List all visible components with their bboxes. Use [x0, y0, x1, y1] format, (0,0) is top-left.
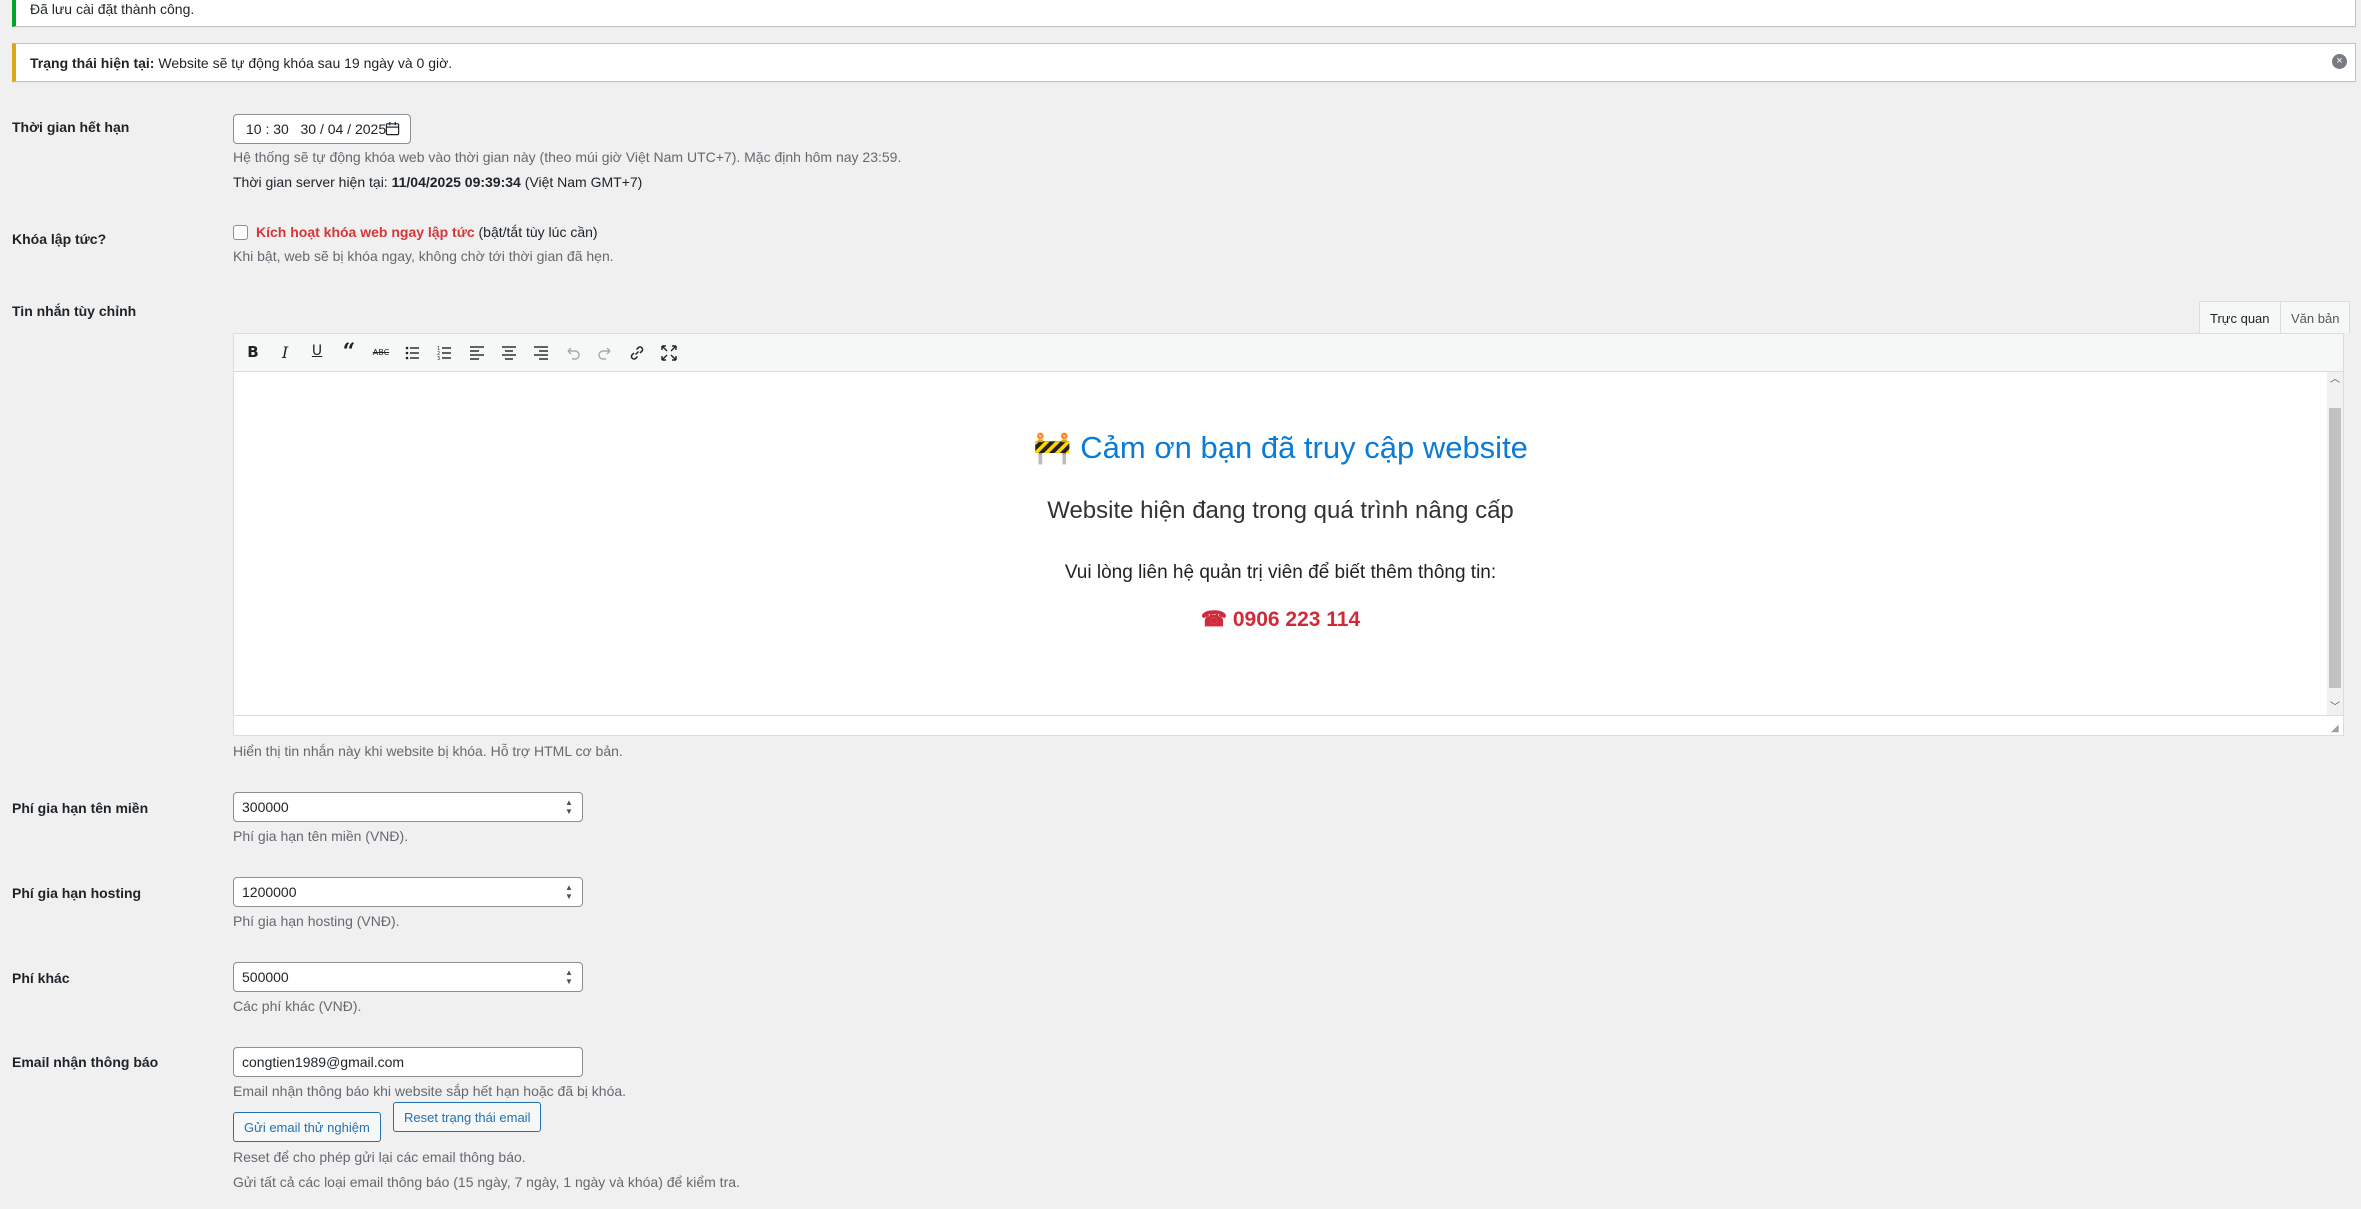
message-label: Tin nhắn tùy chỉnh [12, 303, 137, 319]
reset-email-status-button[interactable]: Reset trạng thái email [393, 1102, 542, 1132]
domain-fee-label: Phí gia hạn tên miền [12, 800, 149, 816]
test-email-description: Gửi tất cả các loại email thông báo (15 … [233, 1174, 740, 1190]
dismiss-icon[interactable]: × [2332, 54, 2347, 69]
reset-description: Reset để cho phép gửi lại các email thôn… [233, 1149, 526, 1165]
send-test-email-button[interactable]: Gửi email thử nghiệm [233, 1112, 381, 1142]
message-title: 🚧 Cảm ơn bạn đã truy cập website [1033, 430, 1528, 465]
status-text: Website sẽ tự động khóa sau 19 ngày và 0… [154, 55, 453, 71]
lock-now-label: Khóa lập tức? [12, 231, 107, 247]
align-center-icon[interactable] [498, 342, 520, 364]
redo-icon[interactable] [594, 342, 616, 364]
lock-now-checkbox-label[interactable]: Kích hoạt khóa web ngay lập tức [256, 224, 475, 240]
hosting-fee-input[interactable]: 1200000 ▲ ▼ [233, 877, 583, 907]
resize-handle-icon[interactable]: ◢ [2331, 723, 2341, 734]
hosting-fee-value: 1200000 [242, 884, 297, 900]
domain-fee-input[interactable]: 300000 ▲ ▼ [233, 792, 583, 822]
blockquote-icon[interactable]: “ [338, 339, 360, 365]
bold-icon[interactable]: B [242, 343, 264, 361]
server-time-line: Thời gian server hiện tại: 11/04/2025 09… [233, 174, 642, 190]
expiry-datetime-value: 10 : 30 30 / 04 / 2025 [246, 121, 387, 137]
spinner-icon[interactable]: ▲ ▼ [564, 968, 574, 986]
link-icon[interactable] [626, 342, 648, 364]
success-notice-text: Đã lưu cài đặt thành công. [30, 1, 195, 17]
bullet-list-icon[interactable] [402, 342, 424, 364]
other-fee-label: Phí khác [12, 970, 70, 986]
success-notice: Đã lưu cài đặt thành công. [12, 0, 2356, 27]
message-description: Hiển thị tin nhắn này khi website bị khó… [233, 743, 623, 759]
editor-toolbar: B I U “ ABC 123 [233, 333, 2344, 371]
editor-scrollbar[interactable]: ︿ ﹀ [2327, 372, 2343, 716]
expiry-description: Hệ thống sẽ tự động khóa web vào thời gi… [233, 149, 902, 165]
message-editor[interactable]: 🚧 Cảm ơn bạn đã truy cập website Website… [233, 371, 2344, 736]
calendar-icon[interactable] [385, 121, 400, 136]
status-label: Trạng thái hiện tại: [30, 55, 155, 71]
tab-visual[interactable]: Trực quan [2199, 301, 2281, 333]
message-contact: Vui lòng liên hệ quản trị viên để biết t… [1064, 562, 1497, 583]
strikethrough-icon[interactable]: ABC [370, 348, 392, 357]
expiry-datetime-input[interactable]: 10 : 30 30 / 04 / 2025 [233, 114, 411, 144]
numbered-list-icon[interactable]: 123 [434, 342, 456, 364]
tab-text[interactable]: Văn bản [2280, 301, 2351, 333]
lock-now-description: Khi bật, web sẽ bị khóa ngay, không chờ … [233, 248, 614, 264]
email-value: congtien1989@gmail.com [242, 1054, 405, 1070]
message-phone: ☎ 0906 223 114 [1200, 608, 1361, 631]
hosting-fee-description: Phí gia hạn hosting (VNĐ). [233, 913, 400, 929]
spinner-icon[interactable]: ▲ ▼ [564, 798, 574, 816]
message-subtitle: Website hiện đang trong quá trình nâng c… [1047, 497, 1514, 524]
other-fee-input[interactable]: 500000 ▲ ▼ [233, 962, 583, 992]
email-label: Email nhận thông báo [12, 1054, 159, 1070]
lock-now-checkbox[interactable] [233, 225, 248, 240]
scrollbar-thumb[interactable] [2329, 408, 2341, 688]
scroll-down-icon[interactable]: ﹀ [2330, 703, 2340, 713]
email-description: Email nhận thông báo khi website sắp hết… [233, 1083, 627, 1099]
italic-icon[interactable]: I [274, 343, 296, 362]
server-time-suffix: (Việt Nam GMT+7) [520, 174, 643, 190]
other-fee-value: 500000 [242, 969, 289, 985]
status-notice: Trạng thái hiện tại: Website sẽ tự động … [12, 43, 2356, 82]
spinner-icon[interactable]: ▲ ▼ [564, 883, 574, 901]
server-time-value: 11/04/2025 09:39:34 [391, 174, 521, 190]
server-time-prefix: Thời gian server hiện tại: [233, 174, 392, 190]
expiry-label: Thời gian hết hạn [12, 119, 130, 135]
email-input[interactable]: congtien1989@gmail.com [233, 1047, 583, 1077]
hosting-fee-label: Phí gia hạn hosting [12, 885, 142, 901]
lock-now-checkbox-suffix: (bật/tắt tùy lúc cần) [474, 224, 598, 240]
undo-icon[interactable] [562, 342, 584, 364]
svg-text:3: 3 [437, 356, 440, 362]
scroll-up-icon[interactable]: ︿ [2330, 375, 2340, 385]
other-fee-description: Các phí khác (VNĐ). [233, 998, 362, 1014]
underline-icon[interactable]: U [306, 343, 328, 359]
lock-now-checkbox-text: Kích hoạt khóa web ngay lập tức (bật/tắt… [256, 224, 598, 240]
align-right-icon[interactable] [530, 342, 552, 364]
fullscreen-icon[interactable] [658, 342, 680, 364]
editor-statusbar: ◢ [234, 715, 2343, 735]
domain-fee-description: Phí gia hạn tên miền (VNĐ). [233, 828, 409, 844]
domain-fee-value: 300000 [242, 799, 289, 815]
align-left-icon[interactable] [466, 342, 488, 364]
